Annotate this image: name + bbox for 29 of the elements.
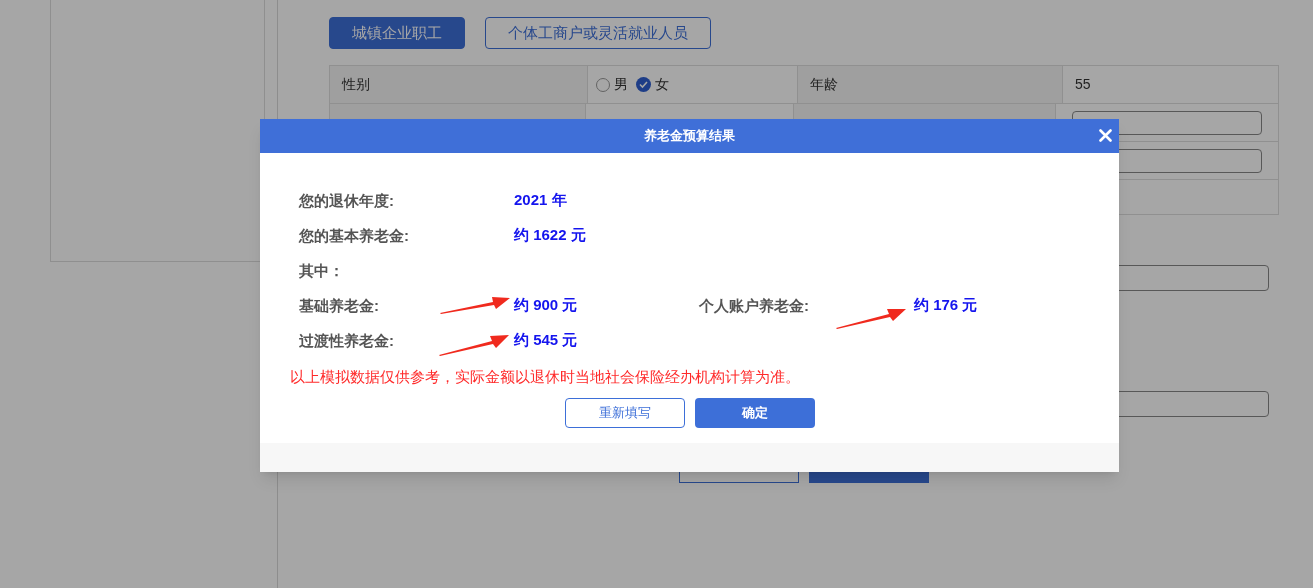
check-icon bbox=[639, 80, 648, 89]
result-value: 约 545 元 bbox=[514, 330, 579, 351]
result-value: 2021 年 bbox=[514, 190, 568, 211]
result-value: 约 900 元 bbox=[514, 295, 579, 316]
dialog-title: 养老金预算结果 bbox=[644, 127, 735, 146]
result-label: 基础养老金: bbox=[299, 296, 379, 314]
close-icon[interactable] bbox=[1099, 129, 1112, 142]
result-label: 您的基本养老金: bbox=[299, 226, 409, 244]
result-label: 过渡性养老金: bbox=[299, 331, 394, 349]
annotation-arrow bbox=[439, 296, 511, 315]
annotation-arrow bbox=[438, 333, 510, 357]
option-label: 男 bbox=[614, 75, 628, 94]
type-option[interactable]: 个体工商户或灵活就业人员 bbox=[485, 17, 711, 49]
annotation-arrow bbox=[835, 307, 907, 330]
result-label: 您的退休年度: bbox=[299, 191, 394, 209]
refill-button[interactable]: 重新填写 bbox=[565, 397, 685, 428]
disclaimer-text: 以上模拟数据仅供参考，实际金额以退休时当地社会保险经办机构计算为准。 bbox=[290, 367, 800, 387]
type-option[interactable]: 城镇企业职工 bbox=[329, 17, 465, 49]
checked-radio[interactable] bbox=[636, 77, 651, 92]
option-label: 女 bbox=[655, 75, 669, 94]
result-label: 其中： bbox=[299, 261, 344, 279]
result-value: 约 1622 元 bbox=[514, 225, 587, 246]
field-label: 年龄 bbox=[810, 75, 838, 94]
radio-button[interactable] bbox=[596, 77, 610, 92]
result-value: 约 176 元 bbox=[914, 295, 979, 316]
result-label: 个人账户养老金: bbox=[699, 296, 809, 314]
age-value: 55 bbox=[1075, 75, 1091, 94]
confirm-button[interactable]: 确定 bbox=[695, 397, 815, 428]
field-label: 性别 bbox=[342, 75, 370, 94]
